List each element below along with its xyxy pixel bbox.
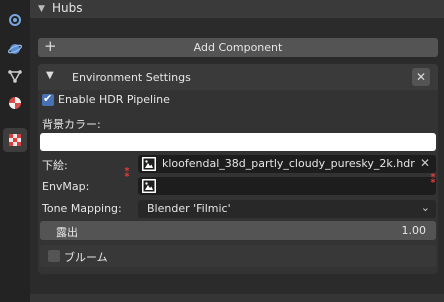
scene-icon [9,14,21,26]
clear-image-icon[interactable]: ✕ [420,156,430,170]
background-color-swatch[interactable] [40,133,436,151]
hdr-pipeline-label: Enable HDR Pipeline [58,93,170,106]
close-icon: ✕ [415,70,427,84]
hdr-pipeline-checkbox[interactable]: ✔ [42,92,54,106]
hubs-panel-title: Hubs [52,1,83,15]
annotation-mark-left: ⁑ [124,166,131,180]
annotation-mark-right: ⁑ [430,172,437,186]
hubs-panel-header[interactable]: ▼ Hubs [30,0,444,18]
bloom-row: ブルーム [40,245,436,267]
bloom-label: ブルーム [64,251,108,264]
bloom-checkbox[interactable] [48,250,60,262]
modifier-icon [8,70,22,83]
image-icon [142,179,156,193]
chevron-down-icon: ⌄ [420,201,430,214]
remove-component-button[interactable]: ✕ [412,68,430,86]
modifier-tab[interactable] [3,64,27,88]
image-icon [142,157,156,171]
material-tab[interactable] [3,91,27,115]
environment-settings-title: Environment Settings [72,71,191,84]
world-tab[interactable] [3,37,27,61]
world-icon [7,44,23,54]
add-component-label: Add Component [193,41,283,54]
scene-tab[interactable] [3,8,27,32]
background-color-label: 背景カラー: [42,118,101,131]
material-icon [9,97,21,109]
properties-main: ▼ Hubs + Add Component ▼ Environment Set… [30,0,444,302]
add-component-button[interactable]: + Add Component [38,37,438,57]
background-image-field[interactable]: kloofendal_38d_partly_cloudy_puresky_2k.… [138,155,436,173]
exposure-slider[interactable]: 露出 1.00 [40,221,436,240]
collapse-triangle-icon: ▼ [46,70,54,81]
tone-mapping-value: Blender 'Filmic' [147,202,231,215]
panel-footer [30,294,444,302]
checkmark-icon: ✔ [43,92,53,105]
tone-mapping-label: Tone Mapping: [42,202,122,215]
properties-sidebar [0,0,30,302]
envmap-label: EnvMap: [42,180,90,193]
background-image-label: 下絵: [42,159,68,172]
exposure-label: 露出 [56,226,78,239]
tone-mapping-dropdown[interactable]: Blender 'Filmic' ⌄ [138,200,436,218]
background-image-filename: kloofendal_38d_partly_cloudy_puresky_2k.… [162,157,415,170]
texture-tab[interactable] [3,128,27,152]
texture-icon [9,134,21,146]
exposure-value: 1.00 [401,224,427,237]
envmap-field[interactable] [138,177,436,195]
environment-settings-header[interactable]: ▼ Environment Settings ✕ [38,64,438,90]
collapse-triangle-icon: ▼ [38,4,45,14]
